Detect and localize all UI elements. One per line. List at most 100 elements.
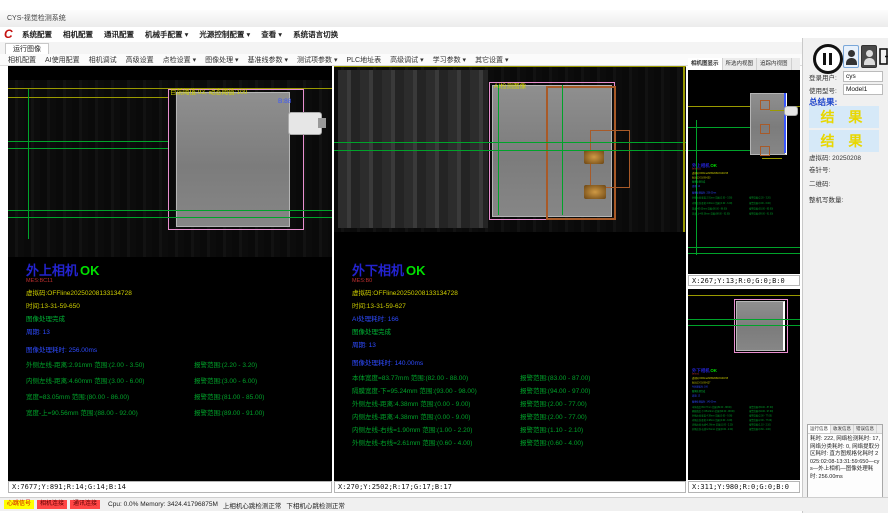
- needle-number-label: 卷针号:: [809, 164, 830, 174]
- measurement-rows: 外侧左线-距离:2.91mm 范围:(2.00 - 3.50)报警范围:(2.2…: [692, 197, 800, 216]
- measurement-rows: 外侧左线-距离:2.91mm 范围:(2.00 - 3.50)报警范围:(2.2…: [26, 362, 264, 417]
- status-ok: OK: [710, 368, 717, 373]
- status-bar: 心跳信号相机连接通讯连接 Cpu: 0.0% Memory: 3424.4179…: [0, 497, 888, 511]
- measurement-row: 内侧左线-距离:4.60mm 范围:(3.00 - 6.00)报警范围:(3.0…: [26, 378, 264, 385]
- time-line: 时间:13-31-59-627: [692, 381, 800, 384]
- toolbar-button[interactable]: PLC地址表: [347, 55, 382, 65]
- write-count-label: 整机写数量:: [809, 194, 843, 204]
- lower-camera-heartbeat: 下相机心跳检测正常: [286, 500, 345, 510]
- result-box: 结 果: [809, 106, 879, 128]
- toolbar-button[interactable]: 学习参数 ▾: [433, 55, 466, 65]
- middle-camera-image[interactable]: AI检测图像: [334, 66, 686, 232]
- cpu-memory-text: Cpu: 0.0% Memory: 3424.41796875M: [108, 501, 218, 508]
- thumbnail-tab[interactable]: 相机图显示: [688, 58, 723, 70]
- thumbnail-tab[interactable]: 追踪内视图: [757, 58, 792, 70]
- measurement-row: 内侧左线-距离:4.60mm 范围:(3.00 - 6.00)报警范围:(3.0…: [692, 202, 800, 204]
- barcode-line: 虚拟码:OFFline20250208133134728: [352, 287, 590, 297]
- barcode-line: 虚拟码:OFFline20250208133134728: [692, 376, 800, 379]
- measurement-row: 外侧左线-距离:2.91mm 范围:(2.00 - 3.50)报警范围:(2.2…: [26, 362, 264, 369]
- measurement-rows: 本体宽度=83.77mm 范围:(82.00 - 88.00)报警范围:(83.…: [692, 406, 800, 430]
- barcode-line: 虚拟码:OFFline20250208133134728: [26, 287, 264, 297]
- done-line: 图像处理完成: [692, 389, 800, 392]
- time-line: 时间:13-31-59-650: [692, 176, 800, 179]
- cycle-line: 周期: 13: [26, 326, 264, 336]
- info-tab[interactable]: 错误信息: [854, 425, 877, 433]
- measurement-row: 隔膜宽度-下=95.24mm 范围:(93.00 - 98.00)报警范围:(9…: [692, 411, 800, 413]
- toolbar-button[interactable]: 点检设置 ▾: [163, 55, 196, 65]
- menu-item[interactable]: 通讯配置: [104, 29, 134, 40]
- cycle-line: 周期: 13: [692, 394, 800, 397]
- status-badge: 相机连接: [37, 500, 67, 509]
- measurement-rows: 本体宽度=83.77mm 范围:(82.00 - 88.00)报警范围:(83.…: [352, 375, 590, 447]
- menu-item[interactable]: 系统语言切换: [293, 29, 338, 40]
- upper-camera-heartbeat: 上相机心跳检测正常: [223, 500, 282, 510]
- menu-item[interactable]: 相机配置: [63, 29, 93, 40]
- user-icon-body: [864, 58, 875, 65]
- ai-time-line: AI处理耗时: 166: [352, 313, 590, 323]
- user-icon: [848, 50, 855, 57]
- left-result-block: 外上相机OK MES:BC11 虚拟码:OFFline2025020813313…: [692, 162, 800, 218]
- measurement-row: 隔膜宽度-下=95.24mm 范围:(93.00 - 98.00)报警范围:(9…: [352, 388, 590, 395]
- measurement-row: 外侧左线-距离:2.91mm 范围:(2.00 - 3.50)报警范围:(2.2…: [692, 197, 800, 199]
- camera-name: 外上相机: [26, 263, 78, 278]
- toolbar-button[interactable]: 图像处理 ▾: [205, 55, 238, 65]
- thumbnail-tab[interactable]: 所选内视图: [723, 58, 758, 70]
- user-button[interactable]: [843, 45, 859, 68]
- toolbar-button[interactable]: 高级调试 ▾: [390, 55, 423, 65]
- menu-item[interactable]: 机械手配置 ▾: [145, 29, 188, 40]
- thumbnail-view-bottom[interactable]: 外下相机OK MES:B0 虚拟码:OFFline202502081331347…: [688, 289, 800, 480]
- pause-button[interactable]: [813, 44, 843, 74]
- menu-items: 系统配置相机配置通讯配置机械手配置 ▾ 光源控制配置 ▾ 查看 ▾ 系统语言切换: [22, 27, 338, 42]
- model-value[interactable]: Model1: [843, 84, 883, 95]
- done-line: 图像处理完成: [692, 180, 800, 183]
- login-user-value[interactable]: cys: [843, 71, 883, 82]
- time-line: 时间:13-31-59-650: [26, 300, 264, 310]
- measurement-row: 本体宽度=83.77mm 范围:(82.00 - 88.00)报警范围:(83.…: [352, 375, 590, 382]
- battery-cell-region: [176, 92, 290, 227]
- app-window: CYS-视觉检测系统 C 系统配置相机配置通讯配置机械手配置 ▾光源控制配置 ▾…: [0, 0, 888, 522]
- tab-connector: [288, 112, 322, 135]
- ai-overlay-label: AI检测图像: [494, 80, 526, 90]
- menu-item[interactable]: 查看 ▾: [261, 29, 282, 40]
- ai-time-line: AI处理耗时: 166: [692, 385, 800, 388]
- toolbar-button[interactable]: 相机调试: [89, 55, 117, 65]
- info-tab[interactable]: 运行信息: [808, 425, 831, 433]
- left-coordinate-bar: X:7677;Y:891;R:14;G:14;B:14: [8, 481, 332, 493]
- machine-background: [338, 70, 488, 228]
- elapsed-line: 图像处理耗时: 140.00ms: [352, 357, 590, 367]
- left-camera-image[interactable]: 目前阈值:93, 动态阈值:100 B:88: [8, 80, 332, 257]
- thumbnail-bottom-coordinate-bar: X:311;Y:980;R:0;G:0;B:0: [688, 481, 800, 493]
- elapsed-line: 图像处理耗时: 256.00ms: [26, 344, 264, 354]
- user-icon: [866, 50, 873, 57]
- info-log-text: 耗时: 222, 网络检测耗时: 17, 网络分类耗时: 0, 网络提取分区耗时…: [808, 434, 882, 483]
- done-line: 图像处理完成: [352, 326, 590, 336]
- menu-item[interactable]: 光源控制配置 ▾: [199, 29, 250, 40]
- middle-result-block: 外下相机OK MES:B0 虚拟码:OFFline202502081331347…: [692, 367, 800, 433]
- qr-code-label: 二维码:: [809, 178, 830, 188]
- exit-door-icon: [879, 47, 888, 66]
- measurement-row: 外侧左线-右线=2.61mm 范围:(0.60 - 4.00)报警范围:(0.6…: [352, 440, 590, 447]
- admin-user-button[interactable]: [861, 45, 877, 68]
- toolbar-button[interactable]: 测试项参数 ▾: [297, 55, 337, 65]
- measurement-row: 内侧左线-右线=1.90mm 范围:(1.00 - 2.20)报警范围:(1.1…: [692, 424, 800, 426]
- toolbar-button[interactable]: 基准线参数 ▾: [248, 55, 288, 65]
- time-line: 时间:13-31-59-627: [352, 300, 590, 310]
- info-tab[interactable]: 收发信息: [831, 425, 854, 433]
- exit-button[interactable]: [879, 47, 888, 66]
- window-title: CYS-视觉检测系统: [7, 15, 66, 22]
- bright-spot: [584, 150, 604, 164]
- measurement-row: 宽度-上=90.56mm 范围:(88.00 - 92.00)报警范围:(89.…: [692, 213, 800, 215]
- middle-coordinate-bar: X:270;Y:2502;R:17;G:17;B:17: [334, 481, 686, 493]
- thumbnail-view-top[interactable]: 外上相机OK MES:BC11 虚拟码:OFFline2025020813313…: [688, 70, 800, 274]
- toolbar-button[interactable]: 高级设置: [126, 55, 154, 65]
- toolbar-button[interactable]: 相机配置: [8, 55, 36, 65]
- measurement-row: 外侧左线-距离:4.38mm 范围:(0.00 - 9.00)报警范围:(2.0…: [352, 401, 590, 408]
- toolbar-button[interactable]: 其它设置 ▾: [475, 55, 508, 65]
- right-sidebar: 登录用户: cys 使用型号: Model1 总结果: 结 果结 果 虚拟码: …: [802, 38, 888, 513]
- menu-item[interactable]: 系统配置: [22, 29, 52, 40]
- toolbar-button[interactable]: AI使用配置: [45, 55, 80, 65]
- measurement-row: 宽度=83.05mm 范围:(80.00 - 86.00)报警范围:(81.00…: [26, 394, 264, 401]
- menu-bar: C 系统配置相机配置通讯配置机械手配置 ▾光源控制配置 ▾查看 ▾系统语言切换: [0, 27, 888, 43]
- info-tabs: 运行信息收发信息错误信息: [808, 425, 882, 434]
- thumbnail-tabs: 相机图显示所选内视图追踪内视图: [688, 58, 800, 70]
